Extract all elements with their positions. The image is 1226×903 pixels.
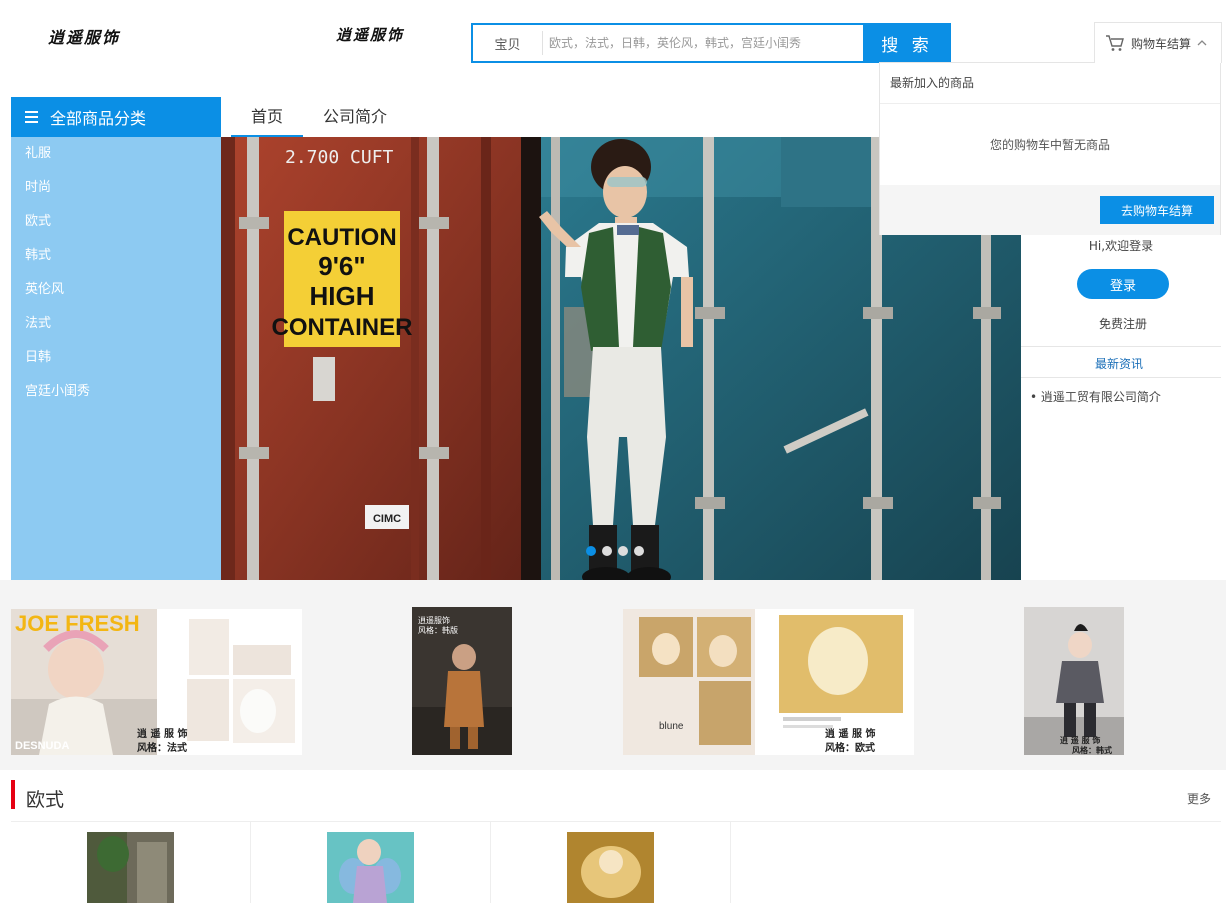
nav-item-about[interactable]: 公司简介	[303, 97, 407, 137]
cart-dropdown: 最新加入的商品 您的购物车中暂无商品 去购物车结算	[879, 62, 1221, 235]
promo-image-korean-2[interactable]: 逍 遥 服 饰 风格：韩式	[1024, 607, 1124, 755]
main-nav: 首页 公司简介	[231, 97, 407, 137]
page: 逍遥服饰 逍遥服饰 宝贝 搜 索 购物车结算 最新加入的商品 您的购物车中暂无商…	[0, 0, 1226, 903]
promo-brand: 逍 遥 服 饰	[825, 727, 875, 740]
container-text: 2.700 CUFT	[285, 147, 394, 168]
banner-dot[interactable]	[602, 546, 612, 556]
search-input[interactable]	[543, 25, 863, 61]
promo-style: 风格：法式	[137, 741, 187, 754]
cimc-tag: CIMC	[373, 513, 401, 525]
register-link[interactable]: 免费注册	[1021, 315, 1225, 332]
category-item[interactable]: 英伦风	[11, 273, 221, 307]
promo-artwork: JOE FRESH DESNUDA 逍 遥 服 饰 风格：法式	[11, 609, 302, 755]
banner-dot[interactable]	[634, 546, 644, 556]
cart-button[interactable]: 购物车结算	[1094, 22, 1222, 63]
cart-label: 购物车结算	[1131, 36, 1192, 51]
news-title[interactable]: 最新资讯	[1021, 355, 1217, 372]
promo-style: 风格：欧式	[825, 741, 875, 754]
caution-sign-line3: HIGH	[310, 281, 375, 311]
more-link[interactable]: 更多	[1187, 790, 1211, 807]
product-card[interactable]	[251, 822, 491, 903]
section-title: 欧式	[26, 789, 65, 811]
promo-brand: 逍遥服饰	[418, 615, 450, 625]
product-image[interactable]	[567, 832, 654, 903]
category-item[interactable]: 韩式	[11, 239, 221, 273]
caution-sign-line4: CONTAINER	[272, 314, 413, 341]
promo-image-korean-1[interactable]: 逍遥服饰 风格：韩版	[412, 607, 512, 755]
cart-icon	[1106, 35, 1124, 51]
category-item[interactable]: 礼服	[11, 137, 221, 171]
search-button[interactable]: 搜 索	[863, 23, 951, 63]
banner-dot[interactable]	[586, 546, 596, 556]
product-artwork	[567, 832, 654, 903]
promo-artwork: 逍 遥 服 饰 风格：韩式	[1024, 607, 1124, 755]
search-bar: 宝贝 搜 索	[471, 23, 951, 63]
product-image[interactable]	[87, 832, 174, 903]
product-artwork	[327, 832, 414, 903]
product-artwork	[87, 832, 174, 903]
banner-dots	[586, 546, 644, 556]
divider	[1021, 377, 1221, 378]
promo-mini-logo: blune	[659, 721, 684, 732]
news-item-label: 逍遥工贸有限公司简介	[1040, 390, 1161, 404]
login-button[interactable]: 登录	[1077, 269, 1169, 299]
cart-dropdown-title: 最新加入的商品	[880, 63, 1220, 104]
category-item[interactable]: 法式	[11, 307, 221, 341]
checkout-button[interactable]: 去购物车结算	[1100, 196, 1214, 224]
category-header[interactable]: 全部商品分类	[11, 97, 221, 137]
site-logo[interactable]: 逍遥服饰	[48, 24, 120, 48]
category-item[interactable]: 欧式	[11, 205, 221, 239]
product-card-empty	[731, 822, 1221, 903]
nav-item-home[interactable]: 首页	[231, 97, 304, 137]
promo-artwork: blune 逍 遥 服 饰 风格：欧式	[623, 609, 914, 755]
category-title: 全部商品分类	[50, 109, 147, 128]
banner-dot[interactable]	[618, 546, 628, 556]
caution-sign-line1: CAUTION	[287, 224, 396, 251]
divider	[1021, 346, 1221, 347]
product-grid	[11, 822, 1221, 903]
welcome-text: Hi,欢迎登录	[1088, 239, 1154, 253]
menu-icon	[25, 111, 38, 123]
category-list: 礼服 时尚 欧式 韩式 英伦风 法式 日韩 宫廷小闺秀	[11, 137, 221, 580]
promo-image-european[interactable]: blune 逍 遥 服 饰 风格：欧式	[623, 609, 914, 755]
cart-empty-message: 您的购物车中暂无商品	[989, 138, 1110, 152]
section-header-european: 欧式 更多	[11, 770, 1221, 822]
product-image[interactable]	[327, 832, 414, 903]
category-item[interactable]: 日韩	[11, 341, 221, 375]
product-card[interactable]	[11, 822, 251, 903]
promo-style: 风格：韩式	[1072, 745, 1112, 755]
category-item[interactable]: 宫廷小闺秀	[11, 375, 221, 409]
product-card[interactable]	[491, 822, 731, 903]
caution-sign-line2: 9'6"	[318, 251, 365, 281]
promo-brand: 逍 遥 服 饰	[137, 727, 187, 740]
secondary-logo: 逍遥服饰	[336, 26, 405, 44]
section-accent-bar	[11, 780, 15, 809]
user-panel: Hi,欢迎登录 登录 免费注册 最新资讯 • 逍遥工贸有限公司简介	[1021, 235, 1221, 580]
promo-style: 风格：韩版	[418, 625, 458, 635]
news-item[interactable]: • 逍遥工贸有限公司简介	[1030, 388, 1161, 405]
cart-dropdown-footer: 去购物车结算	[880, 185, 1220, 235]
promo-brand: 逍 遥 服 饰	[1060, 735, 1100, 745]
promo-headline: JOE FRESH	[15, 611, 140, 636]
search-type-selector[interactable]: 宝贝	[473, 31, 543, 55]
promo-subline: DESNUDA	[15, 740, 69, 752]
category-item[interactable]: 时尚	[11, 171, 221, 205]
chevron-up-icon	[1197, 40, 1207, 46]
promo-artwork: 逍遥服饰 风格：韩版	[412, 607, 512, 755]
promo-image-french[interactable]: JOE FRESH DESNUDA 逍 遥 服 饰 风格：法式	[11, 609, 302, 755]
